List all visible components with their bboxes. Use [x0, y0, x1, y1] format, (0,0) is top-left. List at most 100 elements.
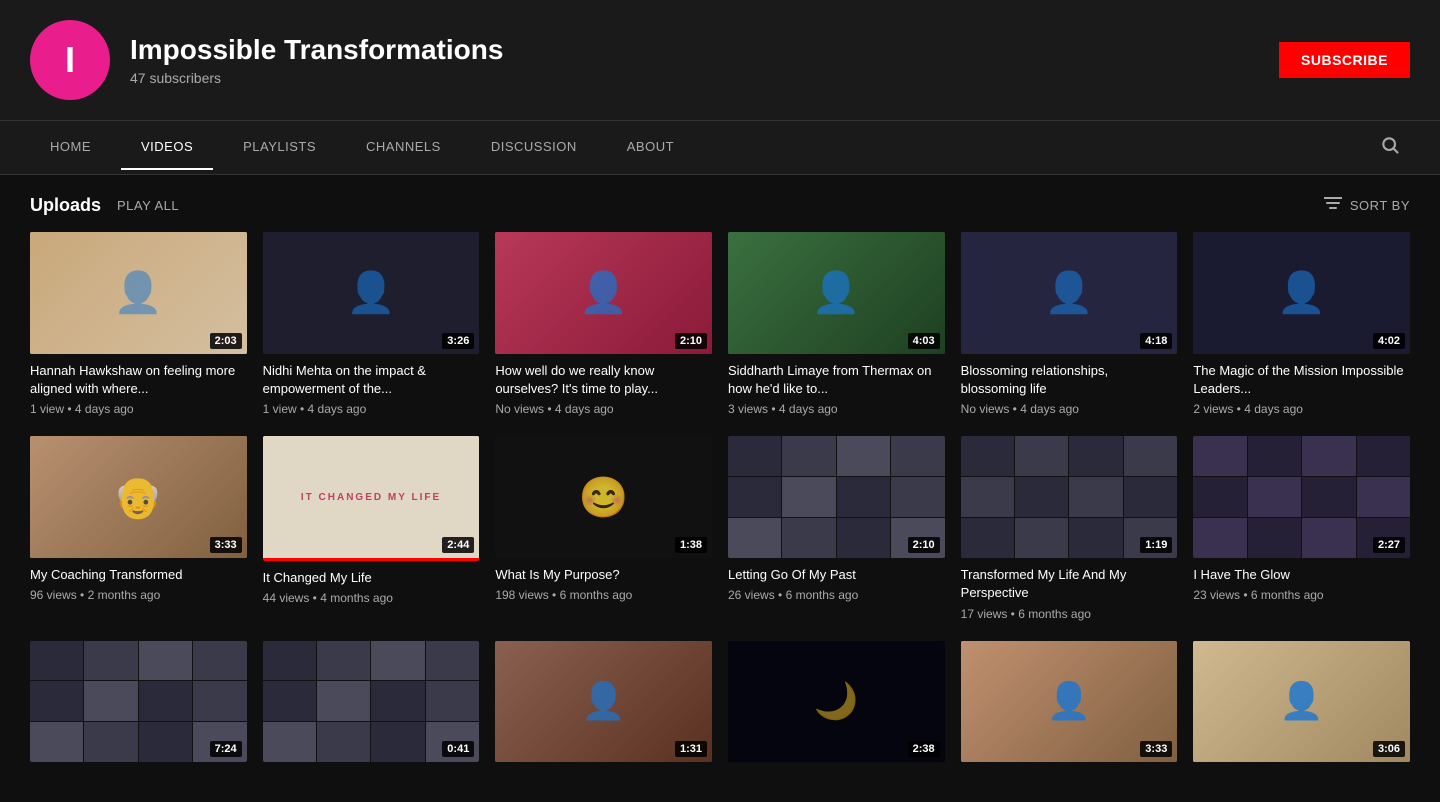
tab-playlists[interactable]: PLAYLISTS: [223, 125, 336, 170]
video-card-13[interactable]: 7:24: [30, 641, 247, 763]
channel-name: Impossible Transformations: [130, 34, 1259, 66]
video-thumbnail-8: IT CHANGED MY LIFE 2:44: [263, 436, 480, 561]
video-duration-15: 1:31: [675, 741, 707, 757]
channel-subscribers: 47 subscribers: [130, 70, 1259, 86]
video-thumbnail-18: 👤 3:06: [1193, 641, 1410, 763]
sort-by-button[interactable]: SORT BY: [1324, 196, 1410, 215]
video-duration-12: 2:27: [1373, 537, 1405, 553]
video-duration-17: 3:33: [1140, 741, 1172, 757]
video-title-9: What Is My Purpose?: [495, 566, 712, 584]
tab-videos[interactable]: VIDEOS: [121, 125, 213, 170]
video-title-2: Nidhi Mehta on the impact & empowerment …: [263, 362, 480, 398]
video-thumbnail-5: 👤 4:18: [961, 232, 1178, 354]
video-meta-3: No views • 4 days ago: [495, 402, 712, 416]
video-grid-row3: 7:24 0:41 👤 1:31: [30, 641, 1410, 763]
video-duration-13: 7:24: [210, 741, 242, 757]
tab-channels[interactable]: CHANNELS: [346, 125, 461, 170]
video-card-2[interactable]: 👤 3:26 Nidhi Mehta on the impact & empow…: [263, 232, 480, 416]
video-meta-4: 3 views • 4 days ago: [728, 402, 945, 416]
tab-about[interactable]: ABOUT: [607, 125, 694, 170]
video-thumbnail-10: 2:10: [728, 436, 945, 558]
video-duration-10: 2:10: [908, 537, 940, 553]
video-duration-5: 4:18: [1140, 333, 1172, 349]
video-card-7[interactable]: 👴 3:33 My Coaching Transformed 96 views …: [30, 436, 247, 620]
video-thumbnail-7: 👴 3:33: [30, 436, 247, 558]
video-thumbnail-13: 7:24: [30, 641, 247, 763]
video-card-16[interactable]: 🌙 2:38: [728, 641, 945, 763]
video-card-11[interactable]: 1:19 Transformed My Life And My Perspect…: [961, 436, 1178, 620]
video-meta-5: No views • 4 days ago: [961, 402, 1178, 416]
video-info-4: Siddharth Limaye from Thermax on how he'…: [728, 354, 945, 416]
tab-discussion[interactable]: DISCUSSION: [471, 125, 597, 170]
video-info-5: Blossoming relationships, blossoming lif…: [961, 354, 1178, 416]
channel-header: I Impossible Transformations 47 subscrib…: [0, 0, 1440, 121]
video-meta-11: 17 views • 6 months ago: [961, 607, 1178, 621]
uploads-left: Uploads PLAY ALL: [30, 195, 179, 216]
video-duration-18: 3:06: [1373, 741, 1405, 757]
channel-avatar: I: [30, 20, 110, 100]
video-title-8: It Changed My Life: [263, 569, 480, 587]
video-thumbnail-16: 🌙 2:38: [728, 641, 945, 763]
video-thumbnail-9: 😊 1:38: [495, 436, 712, 558]
video-thumbnail-2: 👤 3:26: [263, 232, 480, 354]
nav-tabs: HOME VIDEOS PLAYLISTS CHANNELS DISCUSSIO…: [0, 121, 1440, 175]
video-card-18[interactable]: 👤 3:06: [1193, 641, 1410, 763]
video-card-17[interactable]: 👤 3:33: [961, 641, 1178, 763]
video-duration-3: 2:10: [675, 333, 707, 349]
video-card-12[interactable]: 2:27 I Have The Glow 23 views • 6 months…: [1193, 436, 1410, 620]
video-thumbnail-1: 👤 2:03: [30, 232, 247, 354]
sort-by-label: SORT BY: [1350, 198, 1410, 213]
video-duration-16: 2:38: [908, 741, 940, 757]
video-card-15[interactable]: 👤 1:31: [495, 641, 712, 763]
video-title-6: The Magic of the Mission Impossible Lead…: [1193, 362, 1410, 398]
video-info-7: My Coaching Transformed 96 views • 2 mon…: [30, 558, 247, 602]
video-thumbnail-12: 2:27: [1193, 436, 1410, 558]
video-grid-row2: 👴 3:33 My Coaching Transformed 96 views …: [30, 436, 1410, 620]
video-card-14[interactable]: 0:41: [263, 641, 480, 763]
video-thumbnail-4: 👤 4:03: [728, 232, 945, 354]
video-meta-12: 23 views • 6 months ago: [1193, 588, 1410, 602]
uploads-title: Uploads: [30, 195, 101, 216]
video-info-10: Letting Go Of My Past 26 views • 6 month…: [728, 558, 945, 602]
video-card-5[interactable]: 👤 4:18 Blossoming relationships, blossom…: [961, 232, 1178, 416]
sort-icon: [1324, 196, 1342, 215]
video-duration-6: 4:02: [1373, 333, 1405, 349]
video-title-3: How well do we really know ourselves? It…: [495, 362, 712, 398]
video-duration-7: 3:33: [210, 537, 242, 553]
video-thumbnail-3: 👤 2:10: [495, 232, 712, 354]
play-all-button[interactable]: PLAY ALL: [117, 198, 179, 213]
video-info-11: Transformed My Life And My Perspective 1…: [961, 558, 1178, 620]
video-info-9: What Is My Purpose? 198 views • 6 months…: [495, 558, 712, 602]
channel-info: Impossible Transformations 47 subscriber…: [130, 34, 1259, 86]
subscribe-button[interactable]: SUBSCRIBE: [1279, 42, 1410, 78]
video-meta-10: 26 views • 6 months ago: [728, 588, 945, 602]
video-card-4[interactable]: 👤 4:03 Siddharth Limaye from Thermax on …: [728, 232, 945, 416]
search-icon[interactable]: [1370, 121, 1410, 174]
video-duration-4: 4:03: [908, 333, 940, 349]
video-duration-11: 1:19: [1140, 537, 1172, 553]
video-info-2: Nidhi Mehta on the impact & empowerment …: [263, 354, 480, 416]
video-info-12: I Have The Glow 23 views • 6 months ago: [1193, 558, 1410, 602]
video-duration-2: 3:26: [442, 333, 474, 349]
video-thumbnail-14: 0:41: [263, 641, 480, 763]
video-card-1[interactable]: 👤 2:03 Hannah Hawkshaw on feeling more a…: [30, 232, 247, 416]
video-thumbnail-11: 1:19: [961, 436, 1178, 558]
video-meta-8: 44 views • 4 months ago: [263, 591, 480, 605]
video-meta-6: 2 views • 4 days ago: [1193, 402, 1410, 416]
tab-home[interactable]: HOME: [30, 125, 111, 170]
video-card-6[interactable]: 👤 4:02 The Magic of the Mission Impossib…: [1193, 232, 1410, 416]
video-card-3[interactable]: 👤 2:10 How well do we really know oursel…: [495, 232, 712, 416]
video-card-9[interactable]: 😊 1:38 What Is My Purpose? 198 views • 6…: [495, 436, 712, 620]
video-meta-1: 1 view • 4 days ago: [30, 402, 247, 416]
video-grid-row1: 👤 2:03 Hannah Hawkshaw on feeling more a…: [30, 232, 1410, 416]
video-card-8[interactable]: IT CHANGED MY LIFE 2:44 It Changed My Li…: [263, 436, 480, 620]
video-card-10[interactable]: 2:10 Letting Go Of My Past 26 views • 6 …: [728, 436, 945, 620]
video-duration-9: 1:38: [675, 537, 707, 553]
video-thumbnail-15: 👤 1:31: [495, 641, 712, 763]
video-title-11: Transformed My Life And My Perspective: [961, 566, 1178, 602]
video-duration-14: 0:41: [442, 741, 474, 757]
video-meta-9: 198 views • 6 months ago: [495, 588, 712, 602]
video-meta-7: 96 views • 2 months ago: [30, 588, 247, 602]
video-duration-8: 2:44: [442, 537, 474, 553]
video-info-8: It Changed My Life 44 views • 4 months a…: [263, 561, 480, 605]
